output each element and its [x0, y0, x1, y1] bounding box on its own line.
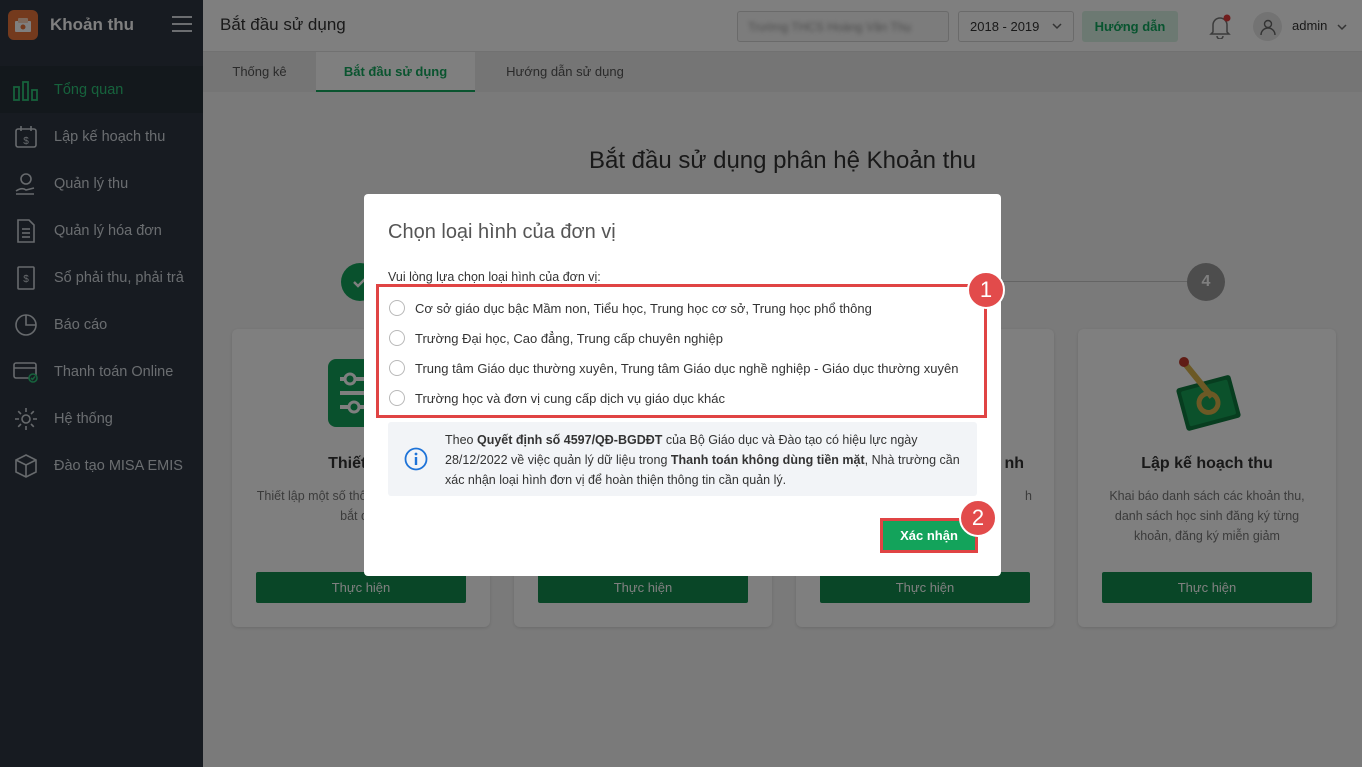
- option-label: Cơ sở giáo dục bậc Mầm non, Tiểu học, Tr…: [415, 300, 872, 316]
- radio-button[interactable]: [389, 330, 405, 346]
- info-text: Theo Quyết định số 4597/QĐ-BGDĐT của Bộ …: [445, 430, 970, 490]
- step-badge-2: 2: [959, 499, 997, 537]
- unit-type-dialog: Chọn loại hình của đơn vị Vui lòng lựa c…: [364, 194, 1005, 576]
- unit-type-option[interactable]: Trường học và đơn vị cung cấp dịch vụ gi…: [389, 387, 725, 409]
- radio-button[interactable]: [389, 360, 405, 376]
- options-highlight-box: Cơ sở giáo dục bậc Mầm non, Tiểu học, Tr…: [376, 284, 987, 418]
- radio-button[interactable]: [389, 390, 405, 406]
- decision-reference: Quyết định số 4597/QĐ-BGDĐT: [476, 433, 663, 447]
- radio-button[interactable]: [389, 300, 405, 316]
- info-notice: Theo Quyết định số 4597/QĐ-BGDĐT của Bộ …: [388, 422, 977, 496]
- unit-type-option[interactable]: Trung tâm Giáo dục thường xuyên, Trung t…: [389, 357, 958, 379]
- dialog-title: Chọn loại hình của đơn vị: [388, 221, 616, 243]
- option-label: Trường học và đơn vị cung cấp dịch vụ gi…: [415, 390, 725, 406]
- info-icon: [404, 447, 428, 471]
- unit-type-option[interactable]: Cơ sở giáo dục bậc Mầm non, Tiểu học, Tr…: [389, 297, 872, 319]
- step-badge-1: 1: [967, 271, 1005, 309]
- dialog-prompt: Vui lòng lựa chọn loại hình của đơn vị:: [388, 270, 601, 284]
- option-label: Trường Đại học, Cao đẳng, Trung cấp chuy…: [415, 330, 723, 346]
- cashless-payment-term: Thanh toán không dùng tiền mặt: [670, 453, 865, 467]
- info-text-part: Theo: [445, 433, 477, 447]
- option-label: Trung tâm Giáo dục thường xuyên, Trung t…: [415, 360, 959, 376]
- unit-type-option[interactable]: Trường Đại học, Cao đẳng, Trung cấp chuy…: [389, 327, 723, 349]
